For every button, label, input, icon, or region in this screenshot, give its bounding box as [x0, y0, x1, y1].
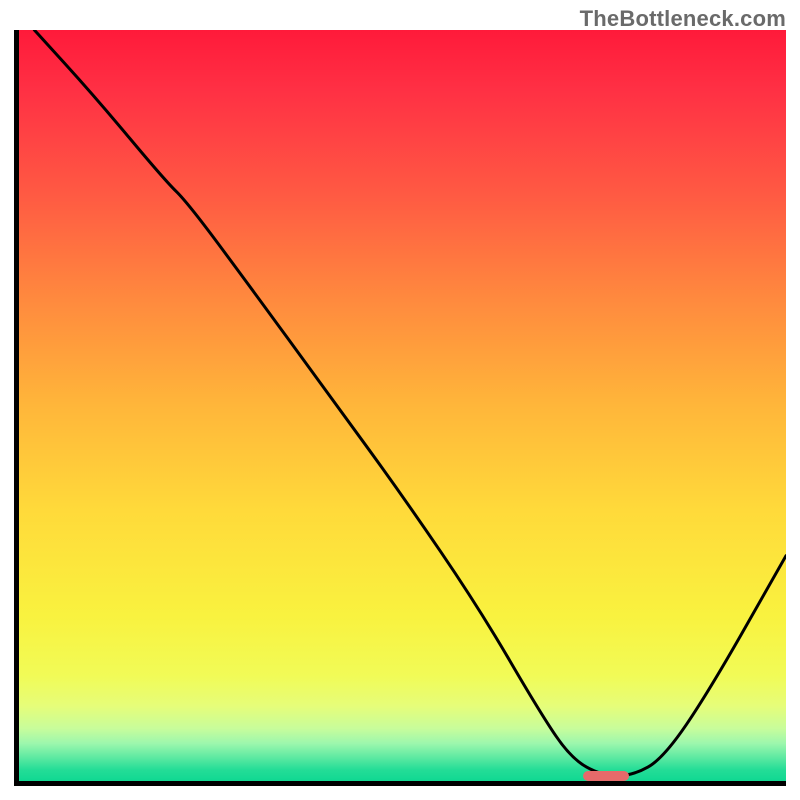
optimal-range-marker: [583, 771, 629, 781]
watermark-text: TheBottleneck.com: [580, 6, 786, 32]
plot-area: [14, 30, 786, 786]
chart-container: TheBottleneck.com: [0, 0, 800, 800]
bottleneck-curve: [19, 30, 786, 781]
